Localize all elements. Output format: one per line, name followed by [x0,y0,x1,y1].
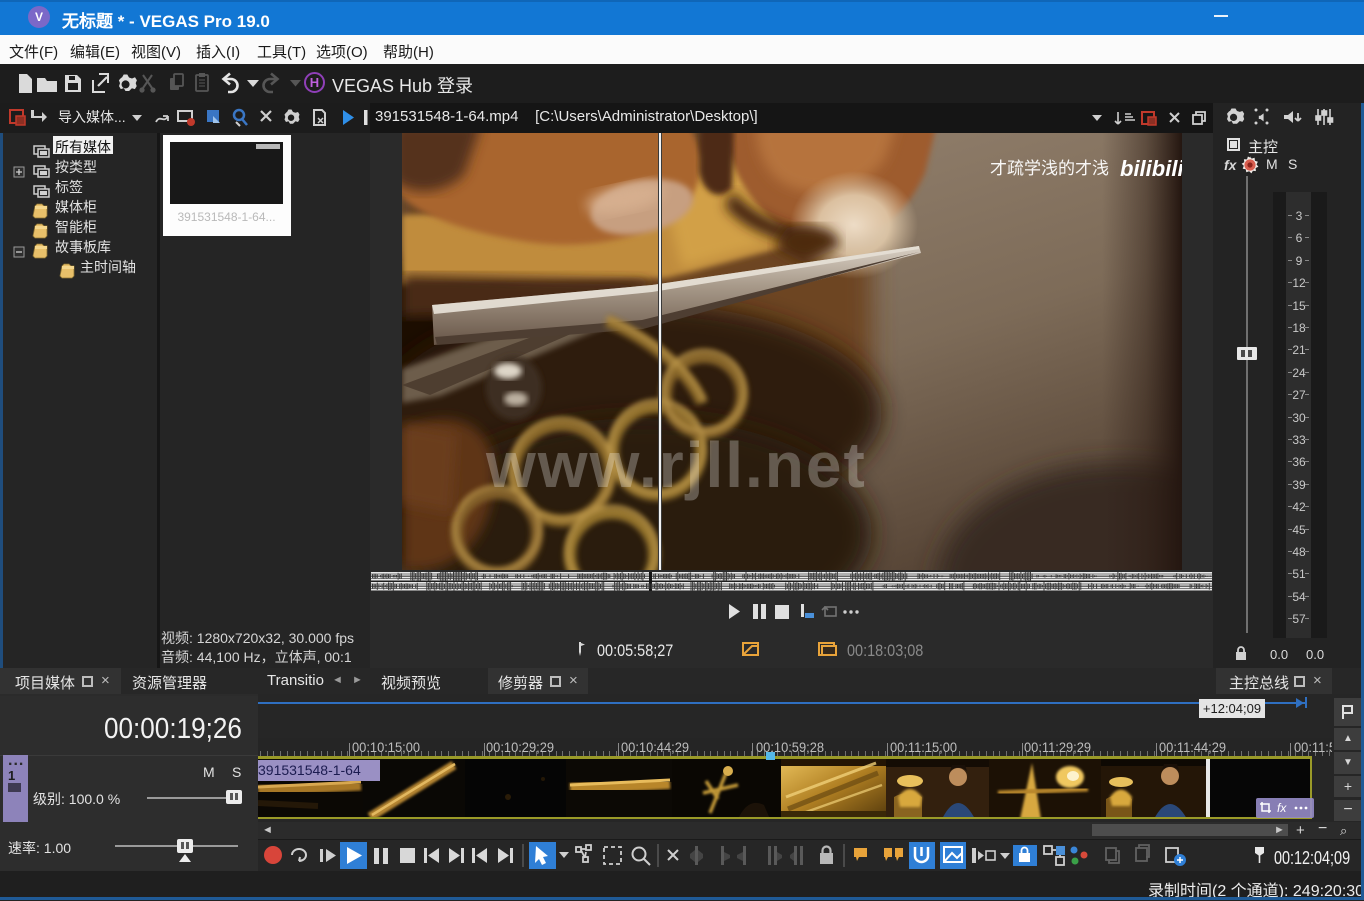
svg-text:www.rjll.net: www.rjll.net [485,429,867,501]
svg-text:导入媒体...: 导入媒体... [58,109,126,125]
svg-text:才疏学浅的才浅: 才疏学浅的才浅 [990,159,1109,178]
svg-text:fx: fx [1277,801,1287,815]
svg-text:bilibili: bilibili [1120,156,1182,181]
